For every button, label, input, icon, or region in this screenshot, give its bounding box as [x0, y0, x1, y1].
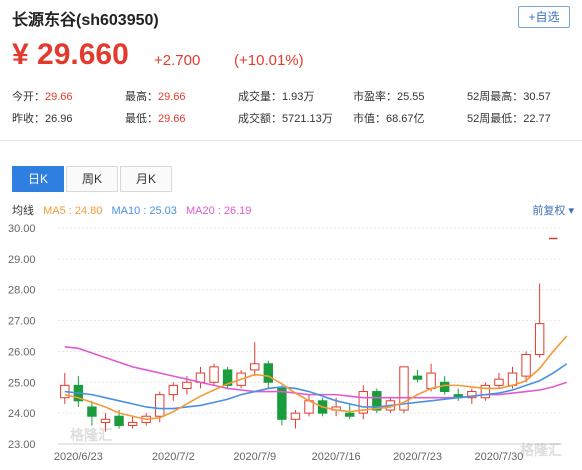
- ma20-line: [64, 346, 568, 399]
- candle: [277, 387, 287, 420]
- tab-monthly-k[interactable]: 月K: [120, 166, 172, 192]
- period-tabs: 日K 周K 月K: [12, 166, 174, 192]
- tab-weekly-k[interactable]: 周K: [66, 166, 118, 192]
- candle: [494, 378, 504, 386]
- candle: [209, 366, 219, 383]
- stat-market-cap: 市值：68.67亿: [353, 113, 425, 125]
- x-tick-label: 2020/7/23: [393, 451, 442, 463]
- candle: [534, 323, 545, 356]
- candle: [263, 363, 274, 383]
- y-tick-label: 28.00: [8, 285, 36, 297]
- stat-turnover: 成交额：5721.13万: [238, 113, 333, 125]
- candle: [155, 394, 165, 417]
- candle: [521, 354, 531, 377]
- candle: [439, 381, 450, 393]
- adjust-dropdown[interactable]: 前复权 ▾: [532, 202, 574, 218]
- price-change-percent: (+10.01%): [234, 52, 304, 69]
- candle: [168, 384, 179, 396]
- y-tick-label: 26.00: [8, 346, 36, 358]
- y-tick-label: 30.00: [8, 223, 36, 235]
- ma-legend: 均线 MA5 : 24.80 MA10 : 25.03 MA20 : 26.19: [12, 202, 257, 218]
- candle: [480, 384, 491, 399]
- candle: [182, 381, 192, 389]
- stat-prev-close: 昨收：26.96: [12, 113, 73, 125]
- legend-ma5: MA5 : 24.80: [43, 205, 103, 217]
- tab-daily-k[interactable]: 日K: [12, 166, 64, 192]
- stat-52w-high: 52周最高：30.57: [467, 91, 551, 103]
- y-tick-label: 29.00: [8, 254, 36, 266]
- current-price: ¥ 29.660: [12, 38, 129, 71]
- candle: [250, 363, 260, 371]
- price-change: +2.700: [154, 52, 201, 69]
- y-tick-label: 23.00: [8, 439, 36, 451]
- x-tick-label: 2020/7/16: [312, 451, 361, 463]
- watermark-logo-left: 格隆汇: [70, 427, 112, 443]
- stat-52w-low: 52周最低：22.77: [467, 113, 551, 125]
- stat-volume: 成交量：1.93万: [238, 91, 315, 103]
- candle: [412, 375, 423, 380]
- ma10-line: [64, 363, 568, 410]
- candle: [114, 415, 124, 426]
- x-tick-label: 2020/7/9: [233, 451, 276, 463]
- candle: [100, 418, 111, 423]
- x-tick-label: 2020/7/2: [152, 451, 195, 463]
- candle: [426, 372, 436, 389]
- candle: [127, 421, 138, 426]
- legend-ma20: MA20 : 26.19: [185, 205, 252, 217]
- candle: [87, 406, 97, 417]
- candle: [344, 412, 355, 417]
- legend-title: 均线: [12, 205, 34, 217]
- stat-high: 最高：29.66: [125, 91, 186, 103]
- stock-title: 长源东谷(sh603950): [12, 12, 159, 29]
- stat-low: 最低：29.66: [125, 113, 186, 125]
- stat-pe: 市盈率：25.55: [353, 91, 425, 103]
- watermark-logo-right: 格隆汇: [520, 442, 562, 458]
- y-tick-label: 24.00: [8, 408, 36, 420]
- y-tick-label: 25.00: [8, 377, 36, 389]
- candle: [290, 412, 301, 420]
- x-tick-label: 2020/7/30: [474, 451, 523, 463]
- candle: [507, 372, 518, 386]
- x-tick-label: 2020/6/23: [54, 451, 103, 463]
- add-watchlist-button[interactable]: +自选: [518, 6, 570, 28]
- legend-ma10: MA10 : 25.03: [111, 205, 177, 217]
- stat-open: 今开：29.66: [12, 91, 73, 103]
- y-tick-label: 27.00: [8, 316, 36, 328]
- ma5-line: [64, 335, 568, 421]
- divider: [0, 140, 582, 141]
